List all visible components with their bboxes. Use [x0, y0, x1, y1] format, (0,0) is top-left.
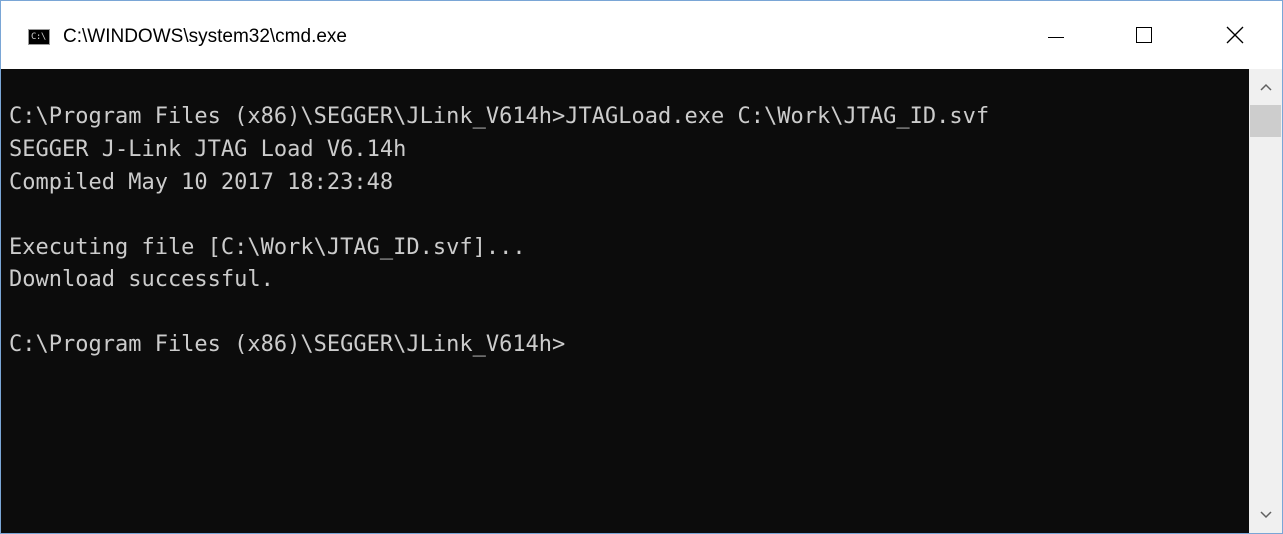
- console-line: Compiled May 10 2017 18:23:48: [9, 170, 394, 195]
- console-line: SEGGER J-Link JTAG Load V6.14h: [9, 137, 407, 162]
- close-button[interactable]: [1188, 1, 1282, 69]
- chevron-up-icon: [1259, 83, 1272, 91]
- console-prompt: C:\Program Files (x86)\SEGGER\JLink_V614…: [9, 332, 566, 357]
- maximize-button[interactable]: [1100, 1, 1188, 69]
- console-line: Executing file [C:\Work\JTAG_ID.svf]...: [9, 235, 526, 260]
- minimize-button[interactable]: [1012, 1, 1100, 69]
- console-output[interactable]: C:\Program Files (x86)\SEGGER\JLink_V614…: [1, 69, 1249, 533]
- vertical-scrollbar[interactable]: [1249, 69, 1282, 533]
- chevron-down-icon: [1259, 511, 1272, 519]
- window-title: C:\WINDOWS\system32\cmd.exe: [63, 26, 347, 47]
- scroll-thumb[interactable]: [1250, 105, 1281, 137]
- scroll-up-button[interactable]: [1249, 69, 1282, 105]
- title-bar[interactable]: C:\ C:\WINDOWS\system32\cmd.exe: [1, 1, 1282, 69]
- scroll-down-button[interactable]: [1249, 497, 1282, 533]
- cmd-icon-text: C:\: [31, 32, 46, 42]
- close-icon: [1226, 26, 1244, 44]
- console-line: Download successful.: [9, 267, 274, 292]
- maximize-icon: [1136, 27, 1152, 43]
- cmd-icon[interactable]: C:\: [28, 29, 50, 45]
- console-line: C:\Program Files (x86)\SEGGER\JLink_V614…: [9, 104, 990, 129]
- cmd-window: C:\ C:\WINDOWS\system32\cmd.exe C:\Progr…: [0, 0, 1283, 534]
- minimize-icon: [1048, 36, 1064, 38]
